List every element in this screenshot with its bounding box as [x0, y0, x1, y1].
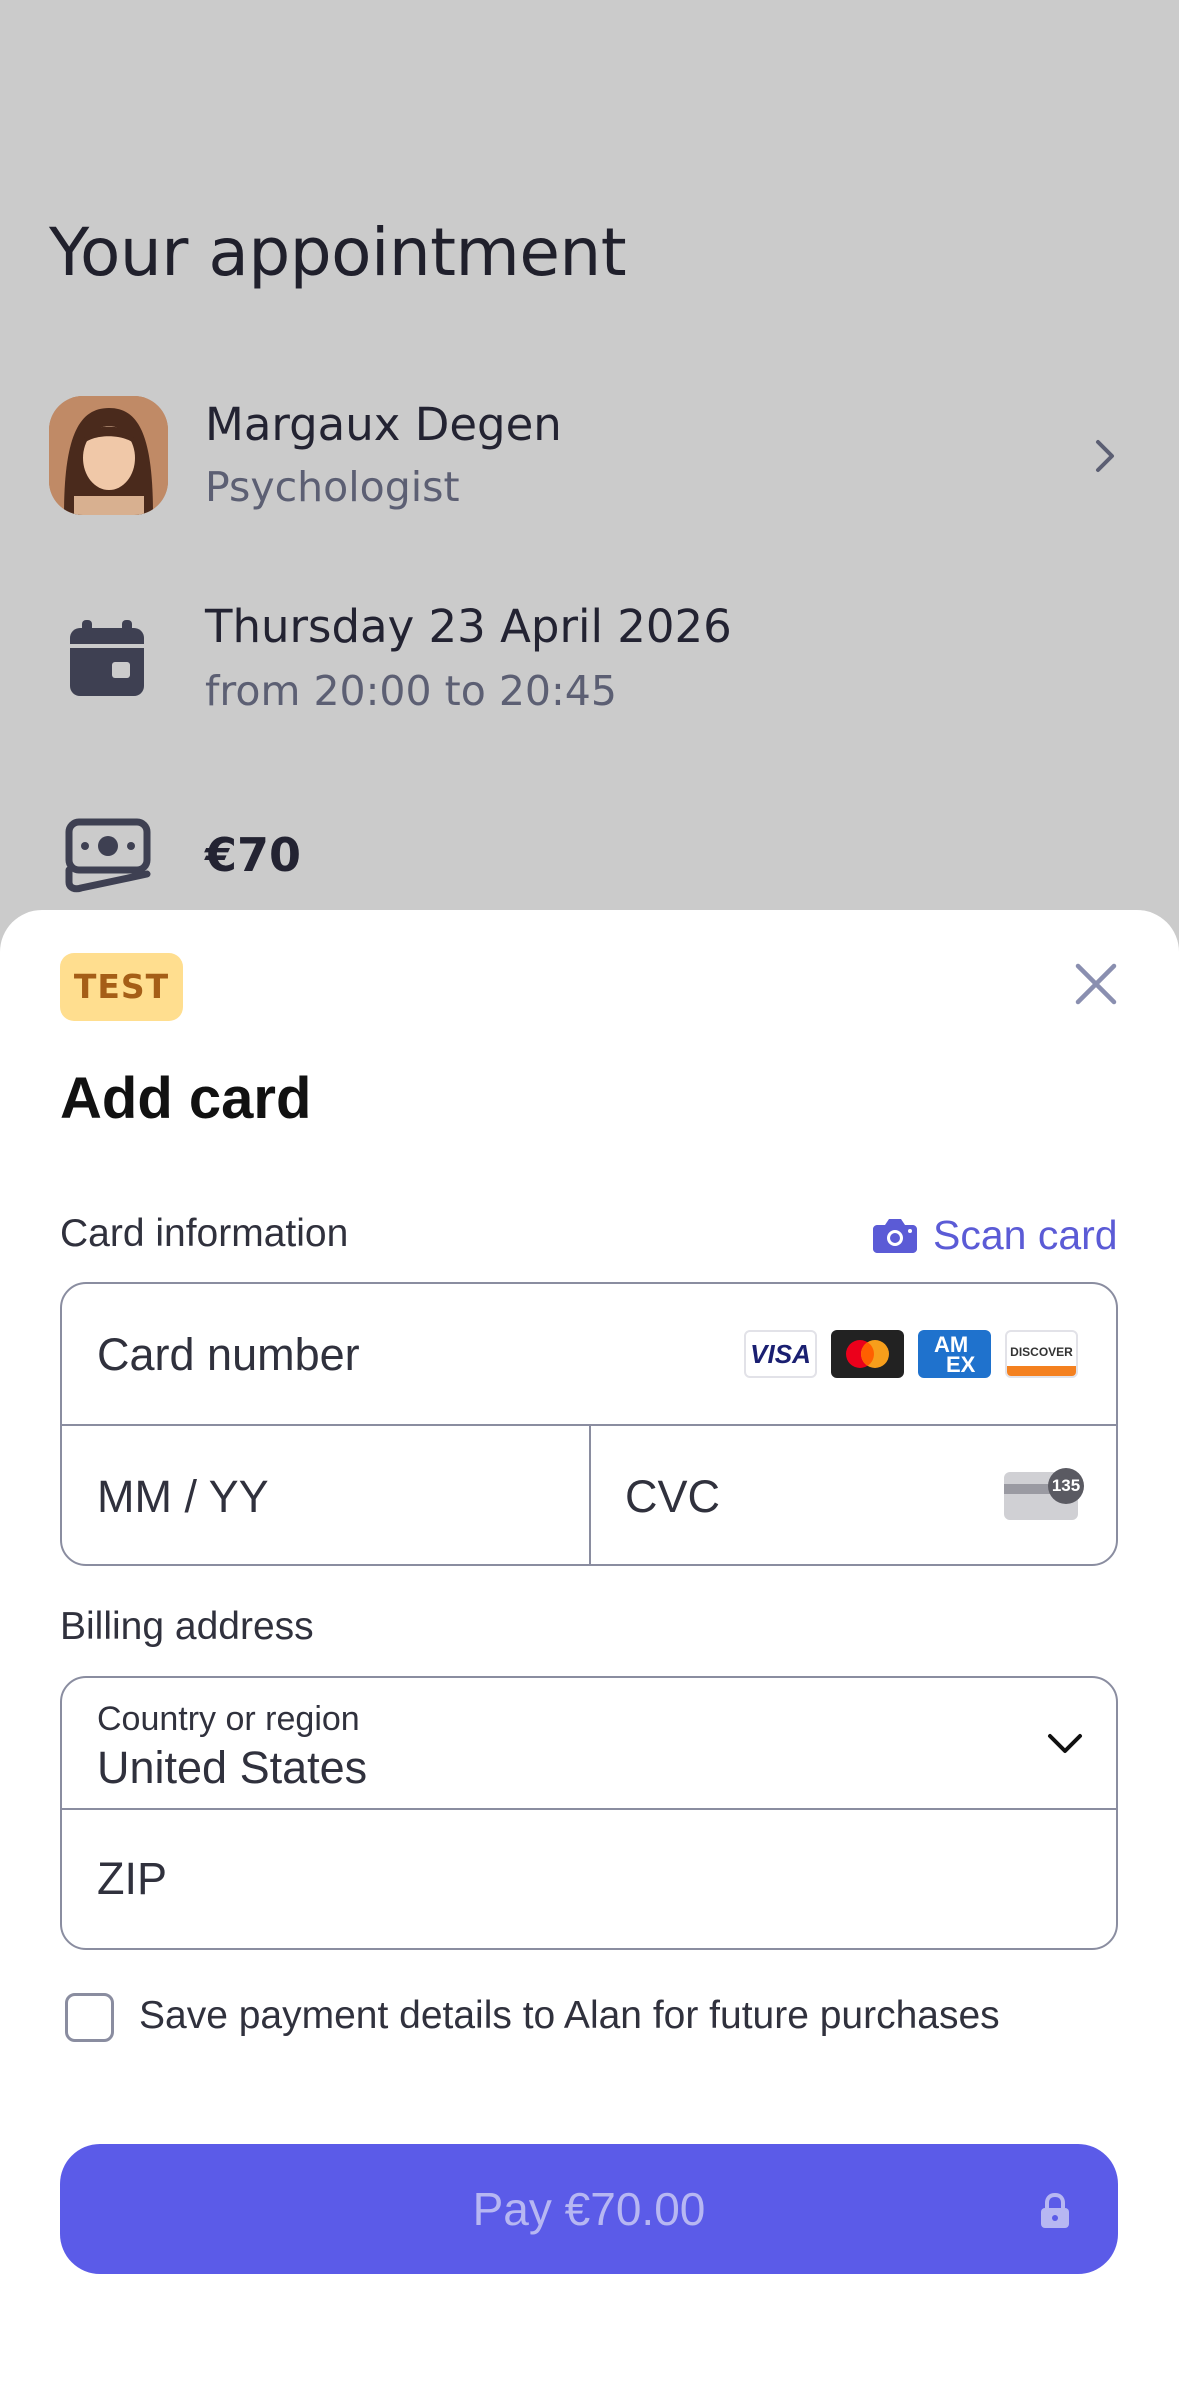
sheet-title: Add card	[60, 1066, 312, 1131]
practitioner-role: Psychologist	[205, 463, 460, 511]
discover-icon: DISCOVER	[1005, 1330, 1078, 1378]
divider	[589, 1424, 591, 1564]
cvc-card-icon: 135	[1004, 1468, 1084, 1520]
save-payment-checkbox[interactable]	[65, 1993, 114, 2042]
test-mode-badge: TEST	[60, 953, 183, 1021]
country-label: Country or region	[97, 1700, 360, 1738]
pay-button[interactable]: Pay €70.00	[60, 2144, 1118, 2274]
amex-icon: AM EX	[918, 1330, 991, 1378]
save-payment-label[interactable]: Save payment details to Alan for future …	[139, 1994, 1000, 2038]
scan-card-button[interactable]: Scan card	[873, 1210, 1118, 1260]
visa-icon: VISA	[744, 1330, 817, 1378]
practitioner-name[interactable]: Margaux Degen	[205, 398, 562, 451]
mastercard-icon	[831, 1330, 904, 1378]
page-title: Your appointment	[49, 214, 627, 291]
pay-button-label: Pay €70.00	[472, 2183, 706, 2235]
billing-address-label: Billing address	[60, 1605, 314, 1648]
cvc-input[interactable]: CVC	[625, 1471, 720, 1523]
lock-icon	[1041, 2192, 1069, 2228]
camera-icon	[873, 1219, 917, 1253]
card-details-box	[60, 1282, 1118, 1566]
appointment-price: €70	[205, 828, 302, 882]
avatar[interactable]	[49, 396, 168, 515]
zip-input[interactable]: ZIP	[97, 1853, 167, 1905]
calendar-icon	[70, 620, 144, 696]
chevron-down-icon[interactable]	[1046, 1732, 1084, 1756]
card-number-input[interactable]: Card number	[97, 1329, 360, 1381]
country-select[interactable]: United States	[97, 1742, 367, 1794]
scan-card-label: Scan card	[933, 1211, 1118, 1258]
chevron-right-icon[interactable]	[1090, 436, 1120, 476]
divider	[62, 1808, 1116, 1810]
card-information-label: Card information	[60, 1212, 349, 1255]
appointment-date: Thursday 23 April 2026	[205, 600, 732, 653]
expiry-input[interactable]: MM / YY	[97, 1471, 269, 1523]
money-icon	[65, 818, 151, 893]
appointment-time: from 20:00 to 20:45	[205, 667, 617, 715]
close-icon[interactable]	[1072, 960, 1120, 1008]
